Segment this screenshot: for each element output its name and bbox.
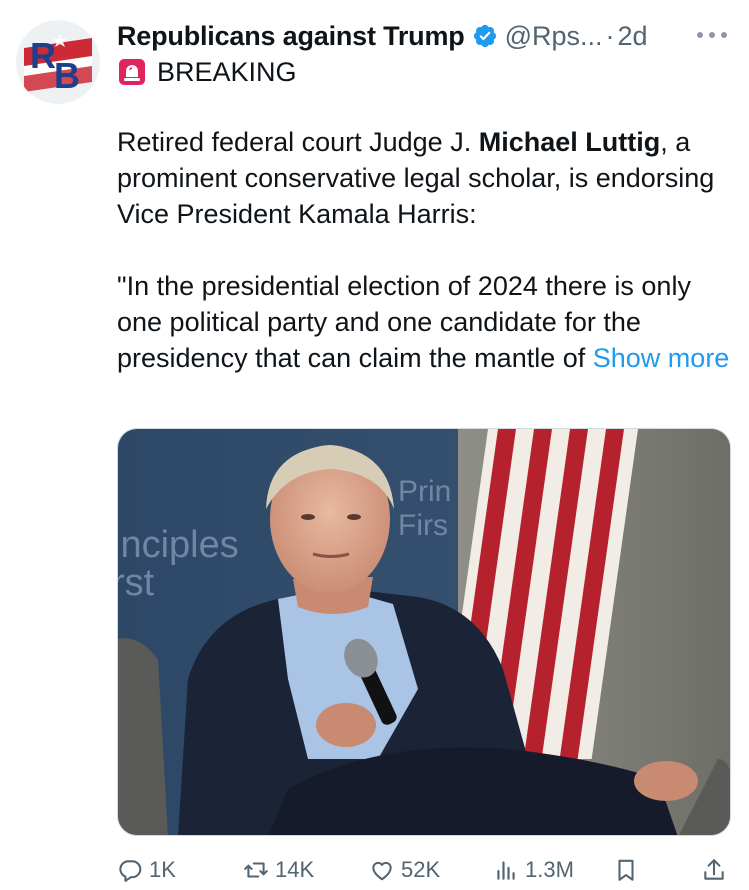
share-icon (704, 859, 724, 880)
repost-button[interactable]: 14K (243, 850, 314, 890)
repost-icon (244, 862, 268, 878)
reply-button[interactable]: 1K (117, 850, 176, 890)
bookmark-button[interactable] (613, 850, 645, 890)
bookmark-icon (618, 859, 634, 881)
like-button[interactable]: 52K (369, 850, 440, 890)
avatar[interactable]: R B (16, 20, 100, 104)
tweet-photo[interactable]: inciples rst Prin Firs (117, 428, 731, 836)
show-more-link[interactable]: Show more (593, 343, 730, 373)
author-name[interactable]: Republicans against Trump (117, 21, 465, 52)
views-count: 1.3M (525, 857, 574, 882)
tweet-paragraph-2: "In the presidential election of 2024 th… (117, 271, 730, 373)
avatar-rb-logo: R B (16, 20, 100, 104)
action-bar: 1K 14K 52K 1.3M (117, 850, 732, 890)
tweet-body: Retired federal court Judge J. Michael L… (117, 124, 732, 412)
share-button[interactable] (701, 850, 733, 890)
views-icon (497, 861, 515, 880)
backdrop-text-left-1: inciples (118, 524, 239, 566)
reply-icon (119, 860, 142, 882)
tweet-header: Republicans against Trump @Rps... · 2d (117, 18, 729, 54)
separator-dot: · (605, 20, 615, 51)
breaking-label: BREAKING (117, 54, 297, 90)
photo-illustration: inciples rst Prin Firs (118, 429, 730, 835)
bold-name: Michael Luttig (478, 127, 661, 157)
tweet-paragraph-1: Retired federal court Judge J. Michael L… (117, 127, 715, 229)
backdrop-text-left-2: rst (118, 562, 155, 604)
backdrop-text-right-2: Firs (398, 509, 448, 542)
reply-count: 1K (149, 857, 176, 882)
verified-badge-icon (472, 23, 498, 49)
backdrop-text-right-1: Prin (398, 475, 451, 508)
like-count: 52K (401, 857, 441, 882)
like-icon (372, 861, 392, 881)
siren-icon (119, 59, 145, 85)
more-icon[interactable] (695, 20, 729, 50)
repost-count: 14K (275, 857, 315, 882)
views-button[interactable]: 1.3M (493, 850, 574, 890)
svg-text:R: R (30, 35, 56, 76)
breaking-text: BREAKING (157, 56, 297, 87)
timestamp[interactable]: 2d (618, 21, 648, 52)
svg-text:B: B (54, 55, 80, 96)
author-handle[interactable]: @Rps... (505, 21, 603, 52)
